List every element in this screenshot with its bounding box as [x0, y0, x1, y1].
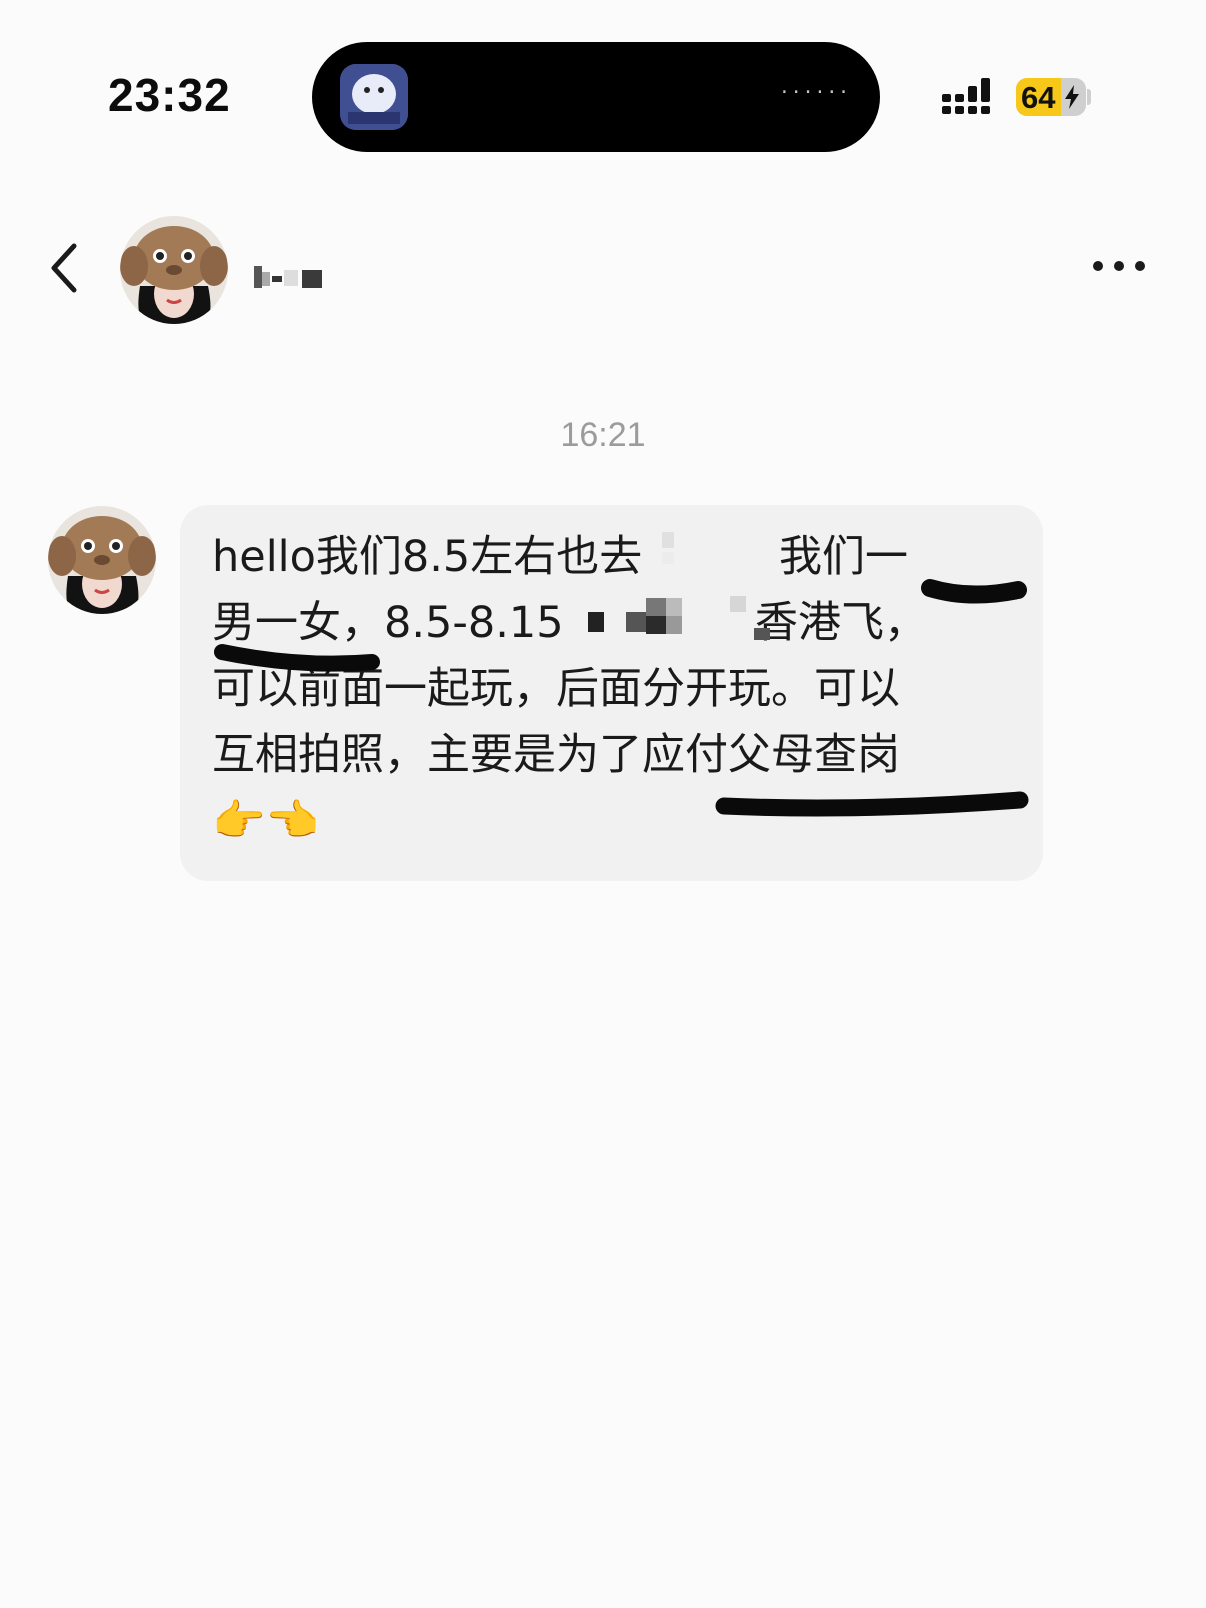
message-timestamp: 16:21 — [560, 416, 646, 454]
status-time: 23:32 — [108, 69, 231, 121]
battery-nub — [1087, 89, 1091, 105]
redacted-text-block — [588, 596, 770, 640]
sender-avatar[interactable] — [48, 506, 156, 614]
charging-bolt-icon — [1065, 85, 1079, 109]
message-text[interactable]: hello我们8.5左右也去 我们一 男一女，8.5-8.15 香港飞， 可以前… — [212, 524, 992, 854]
back-button[interactable] — [44, 240, 88, 296]
signal-icon — [942, 78, 990, 114]
contact-avatar[interactable] — [120, 216, 228, 324]
contact-name-redacted — [254, 266, 322, 288]
app-icon[interactable] — [340, 64, 408, 130]
redacted-text-block — [662, 532, 674, 564]
dynamic-island[interactable]: ······ — [312, 42, 880, 152]
more-options-button[interactable] — [1092, 256, 1146, 276]
island-indicator: ······ — [778, 82, 850, 103]
battery-icon: 64 — [1016, 78, 1086, 116]
battery-percent: 64 — [1021, 80, 1056, 115]
